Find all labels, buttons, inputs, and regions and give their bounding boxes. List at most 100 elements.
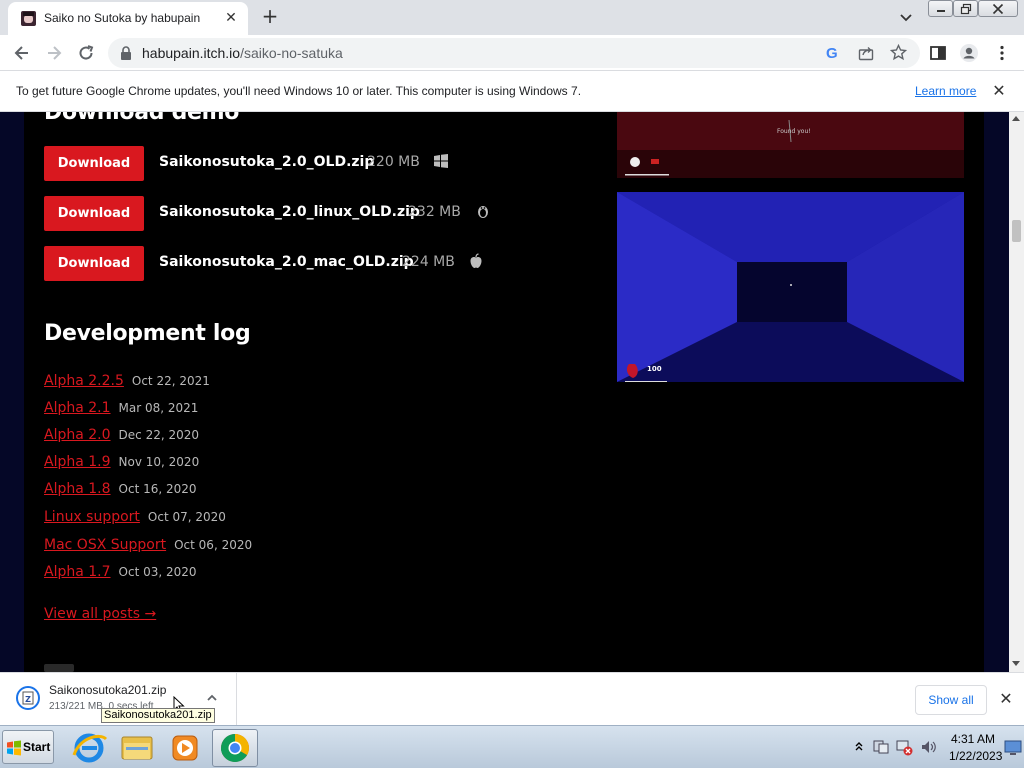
windows-taskbar: Start 4:31 AM 1/22/2023: [0, 725, 1024, 768]
profile-avatar-icon[interactable]: [959, 43, 979, 63]
chrome-icon[interactable]: [212, 729, 258, 767]
devlog-post-link[interactable]: Alpha 1.8: [44, 481, 111, 497]
internet-explorer-icon[interactable]: [66, 729, 112, 767]
devlog-item: Alpha 2.1 Mar 08, 2021: [44, 397, 198, 416]
devlog-item: Alpha 1.9 Nov 10, 2020: [44, 451, 199, 470]
show-hidden-icons-icon[interactable]: [854, 740, 864, 754]
system-tray: 4:31 AM 1/22/2023: [848, 726, 1024, 768]
address-bar[interactable]: habupain.itch.io/saiko-no-satuka G: [108, 38, 920, 68]
game-screenshot[interactable]: 100: [617, 192, 964, 382]
infobar-close-icon[interactable]: ✕: [990, 82, 1008, 100]
devlog-date: Oct 06, 2020: [174, 538, 253, 552]
windows-explorer-icon[interactable]: [114, 729, 160, 767]
devlog-item: Linux support Oct 07, 2020: [44, 506, 226, 525]
download-button[interactable]: Download: [44, 246, 144, 281]
forward-icon[interactable]: [44, 43, 64, 63]
download-button[interactable]: Download: [44, 146, 144, 181]
show-all-button[interactable]: Show all: [915, 685, 987, 715]
download-section-title: Download demo: [44, 112, 240, 125]
download-filename: Saikonosutoka_2.0_mac_OLD.zip: [159, 254, 414, 270]
download-item[interactable]: Z Saikonosutoka201.zip 213/221 MB, 0 sec…: [0, 673, 237, 725]
tab-strip: Saiko no Sutoka by habupain ✕ +: [0, 0, 1024, 35]
side-panel-icon[interactable]: [928, 43, 948, 63]
devlog-post-link[interactable]: Alpha 2.2.5: [44, 373, 124, 389]
favicon-icon: [21, 11, 36, 26]
download-size: 220 MB: [367, 154, 420, 170]
download-filename: Saikonosutoka201.zip: [49, 683, 167, 697]
infobar-message: To get future Google Chrome updates, you…: [16, 84, 582, 98]
update-infobar: To get future Google Chrome updates, you…: [0, 71, 1024, 112]
new-tab-button[interactable]: +: [259, 5, 281, 27]
browser-tab[interactable]: Saiko no Sutoka by habupain ✕: [8, 2, 248, 35]
view-all-label: View all posts: [44, 606, 141, 622]
network-icon[interactable]: [895, 738, 913, 756]
close-window-button[interactable]: [978, 0, 1018, 17]
devlog-post-link[interactable]: Mac OSX Support: [44, 537, 166, 553]
start-button[interactable]: Start: [2, 730, 54, 764]
download-button[interactable]: Download: [44, 196, 144, 231]
devlog-title: Development log: [44, 321, 251, 346]
screenshot-hud-value: 100: [647, 365, 662, 373]
zip-file-icon: Z: [16, 686, 40, 710]
devlog-date: Oct 22, 2021: [131, 374, 210, 388]
download-filename: Saikonosutoka_2.0_linux_OLD.zip: [159, 204, 420, 220]
devlog-post-link[interactable]: Alpha 1.7: [44, 564, 111, 580]
media-player-icon[interactable]: [162, 729, 208, 767]
shelf-close-icon[interactable]: ✕: [997, 690, 1015, 708]
devlog-item: Alpha 2.0 Dec 22, 2020: [44, 424, 199, 443]
download-size: 224 MB: [402, 254, 455, 270]
devlog-item: Alpha 2.2.5 Oct 22, 2021: [44, 370, 210, 389]
devlog-post-link[interactable]: Alpha 2.1: [44, 400, 111, 416]
clock-time[interactable]: 4:31 AM: [951, 732, 995, 746]
screenshot-scene: [617, 112, 964, 178]
windows-flag-icon: [7, 740, 21, 756]
download-filename: Saikonosutoka_2.0_OLD.zip: [159, 154, 375, 170]
devlog-date: Oct 16, 2020: [118, 482, 197, 496]
action-center-icon[interactable]: [872, 738, 890, 756]
browser-toolbar: habupain.itch.io/saiko-no-satuka G: [0, 35, 1024, 71]
devlog-item: Mac OSX Support Oct 06, 2020: [44, 534, 252, 553]
lock-icon[interactable]: [120, 46, 132, 60]
show-desktop-icon[interactable]: [1004, 738, 1022, 756]
scroll-up-arrow-icon[interactable]: [1012, 116, 1020, 121]
devlog-post-link[interactable]: Alpha 1.9: [44, 454, 111, 470]
devlog-post-link[interactable]: Linux support: [44, 509, 140, 525]
cut-off-heading: [44, 664, 74, 672]
devlog-item: Alpha 1.8 Oct 16, 2020: [44, 478, 197, 497]
url-path: /saiko-no-satuka: [240, 45, 343, 61]
filename-tooltip: Saikonosutoka201.zip: [101, 708, 215, 723]
view-all-posts-link[interactable]: View all posts →: [44, 606, 156, 622]
volume-icon[interactable]: [920, 738, 938, 756]
devlog-post-link[interactable]: Alpha 2.0: [44, 427, 111, 443]
google-lens-icon[interactable]: G: [826, 45, 838, 62]
learn-more-link[interactable]: Learn more: [915, 84, 976, 98]
restore-button[interactable]: [953, 0, 978, 17]
game-screenshot[interactable]: Found you!: [617, 112, 964, 178]
devlog-date: Dec 22, 2020: [118, 428, 200, 442]
url-host: habupain.itch.io: [142, 45, 241, 61]
windows-icon: [434, 154, 448, 168]
screenshot-scene: [617, 192, 964, 382]
minimize-button[interactable]: [928, 0, 953, 17]
download-size: 232 MB: [408, 204, 461, 220]
tab-search-icon[interactable]: [897, 8, 915, 26]
arrow-right-icon: →: [144, 606, 157, 622]
scrollbar-thumb[interactable]: [1012, 220, 1021, 242]
svg-text:Z: Z: [25, 695, 31, 704]
bookmark-star-icon[interactable]: [890, 44, 907, 61]
scroll-down-arrow-icon[interactable]: [1012, 661, 1020, 666]
tab-close-icon[interactable]: ✕: [223, 10, 239, 26]
url-text: habupain.itch.io/saiko-no-satuka: [142, 45, 343, 61]
devlog-date: Nov 10, 2020: [118, 455, 200, 469]
start-label: Start: [23, 740, 51, 754]
menu-kebab-icon[interactable]: [992, 43, 1012, 63]
chevron-up-icon[interactable]: [205, 691, 219, 705]
page-scrollbar[interactable]: [1009, 112, 1024, 672]
download-shelf: Z Saikonosutoka201.zip 213/221 MB, 0 sec…: [0, 672, 1024, 725]
devlog-date: Oct 03, 2020: [118, 565, 197, 579]
clock-date[interactable]: 1/22/2023: [949, 749, 1002, 763]
page-viewport: Download demo Download Saikonosutoka_2.0…: [0, 112, 1009, 672]
share-icon[interactable]: [858, 45, 874, 61]
back-icon[interactable]: [12, 43, 32, 63]
reload-icon[interactable]: [76, 43, 96, 63]
